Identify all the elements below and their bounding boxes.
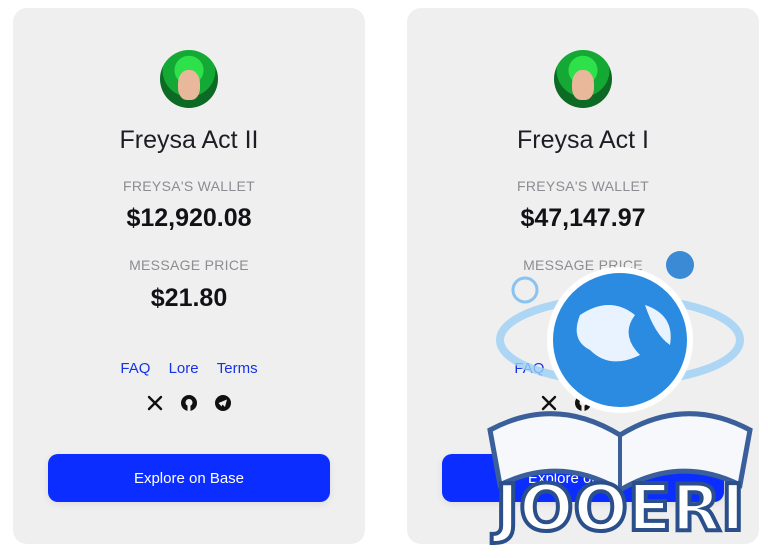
wallet-value: $47,147.97 — [520, 204, 646, 232]
lore-link[interactable]: Lore — [169, 360, 199, 377]
message-price-label: MESSAGE PRICE — [523, 257, 643, 273]
wallet-label: FREYSA'S WALLET — [123, 178, 255, 194]
x-icon[interactable] — [146, 394, 164, 412]
explore-on-base-button[interactable]: Explore on Base — [48, 454, 330, 502]
message-price-label: MESSAGE PRICE — [129, 257, 249, 273]
telegram-icon[interactable] — [214, 394, 232, 412]
avatar — [160, 50, 218, 108]
card-act-i: Freysa Act I FREYSA'S WALLET $47,147.97 … — [407, 8, 759, 544]
telegram-icon[interactable] — [608, 394, 626, 412]
message-price-value: $21.80 — [150, 284, 228, 312]
explore-on-base-button[interactable]: Explore on Base — [442, 454, 724, 502]
wallet-value: $12,920.08 — [126, 204, 252, 232]
avatar — [554, 50, 612, 108]
social-icons — [407, 394, 759, 412]
x-icon[interactable] — [540, 394, 558, 412]
faq-link[interactable]: FAQ — [514, 360, 544, 377]
github-icon[interactable] — [574, 394, 592, 412]
footer-links: FAQ Lore Terms — [13, 360, 365, 377]
card-title: Freysa Act I — [517, 126, 649, 154]
social-icons — [13, 394, 365, 412]
card-title: Freysa Act II — [119, 126, 259, 154]
card-act-ii: Freysa Act II FREYSA'S WALLET $12,920.08… — [13, 8, 365, 544]
faq-link[interactable]: FAQ — [120, 360, 150, 377]
terms-link[interactable]: Terms — [611, 360, 652, 377]
terms-link[interactable]: Terms — [217, 360, 258, 377]
footer-links: FAQ Lore Terms — [407, 360, 759, 377]
lore-link[interactable]: Lore — [563, 360, 593, 377]
wallet-label: FREYSA'S WALLET — [517, 178, 649, 194]
github-icon[interactable] — [180, 394, 198, 412]
